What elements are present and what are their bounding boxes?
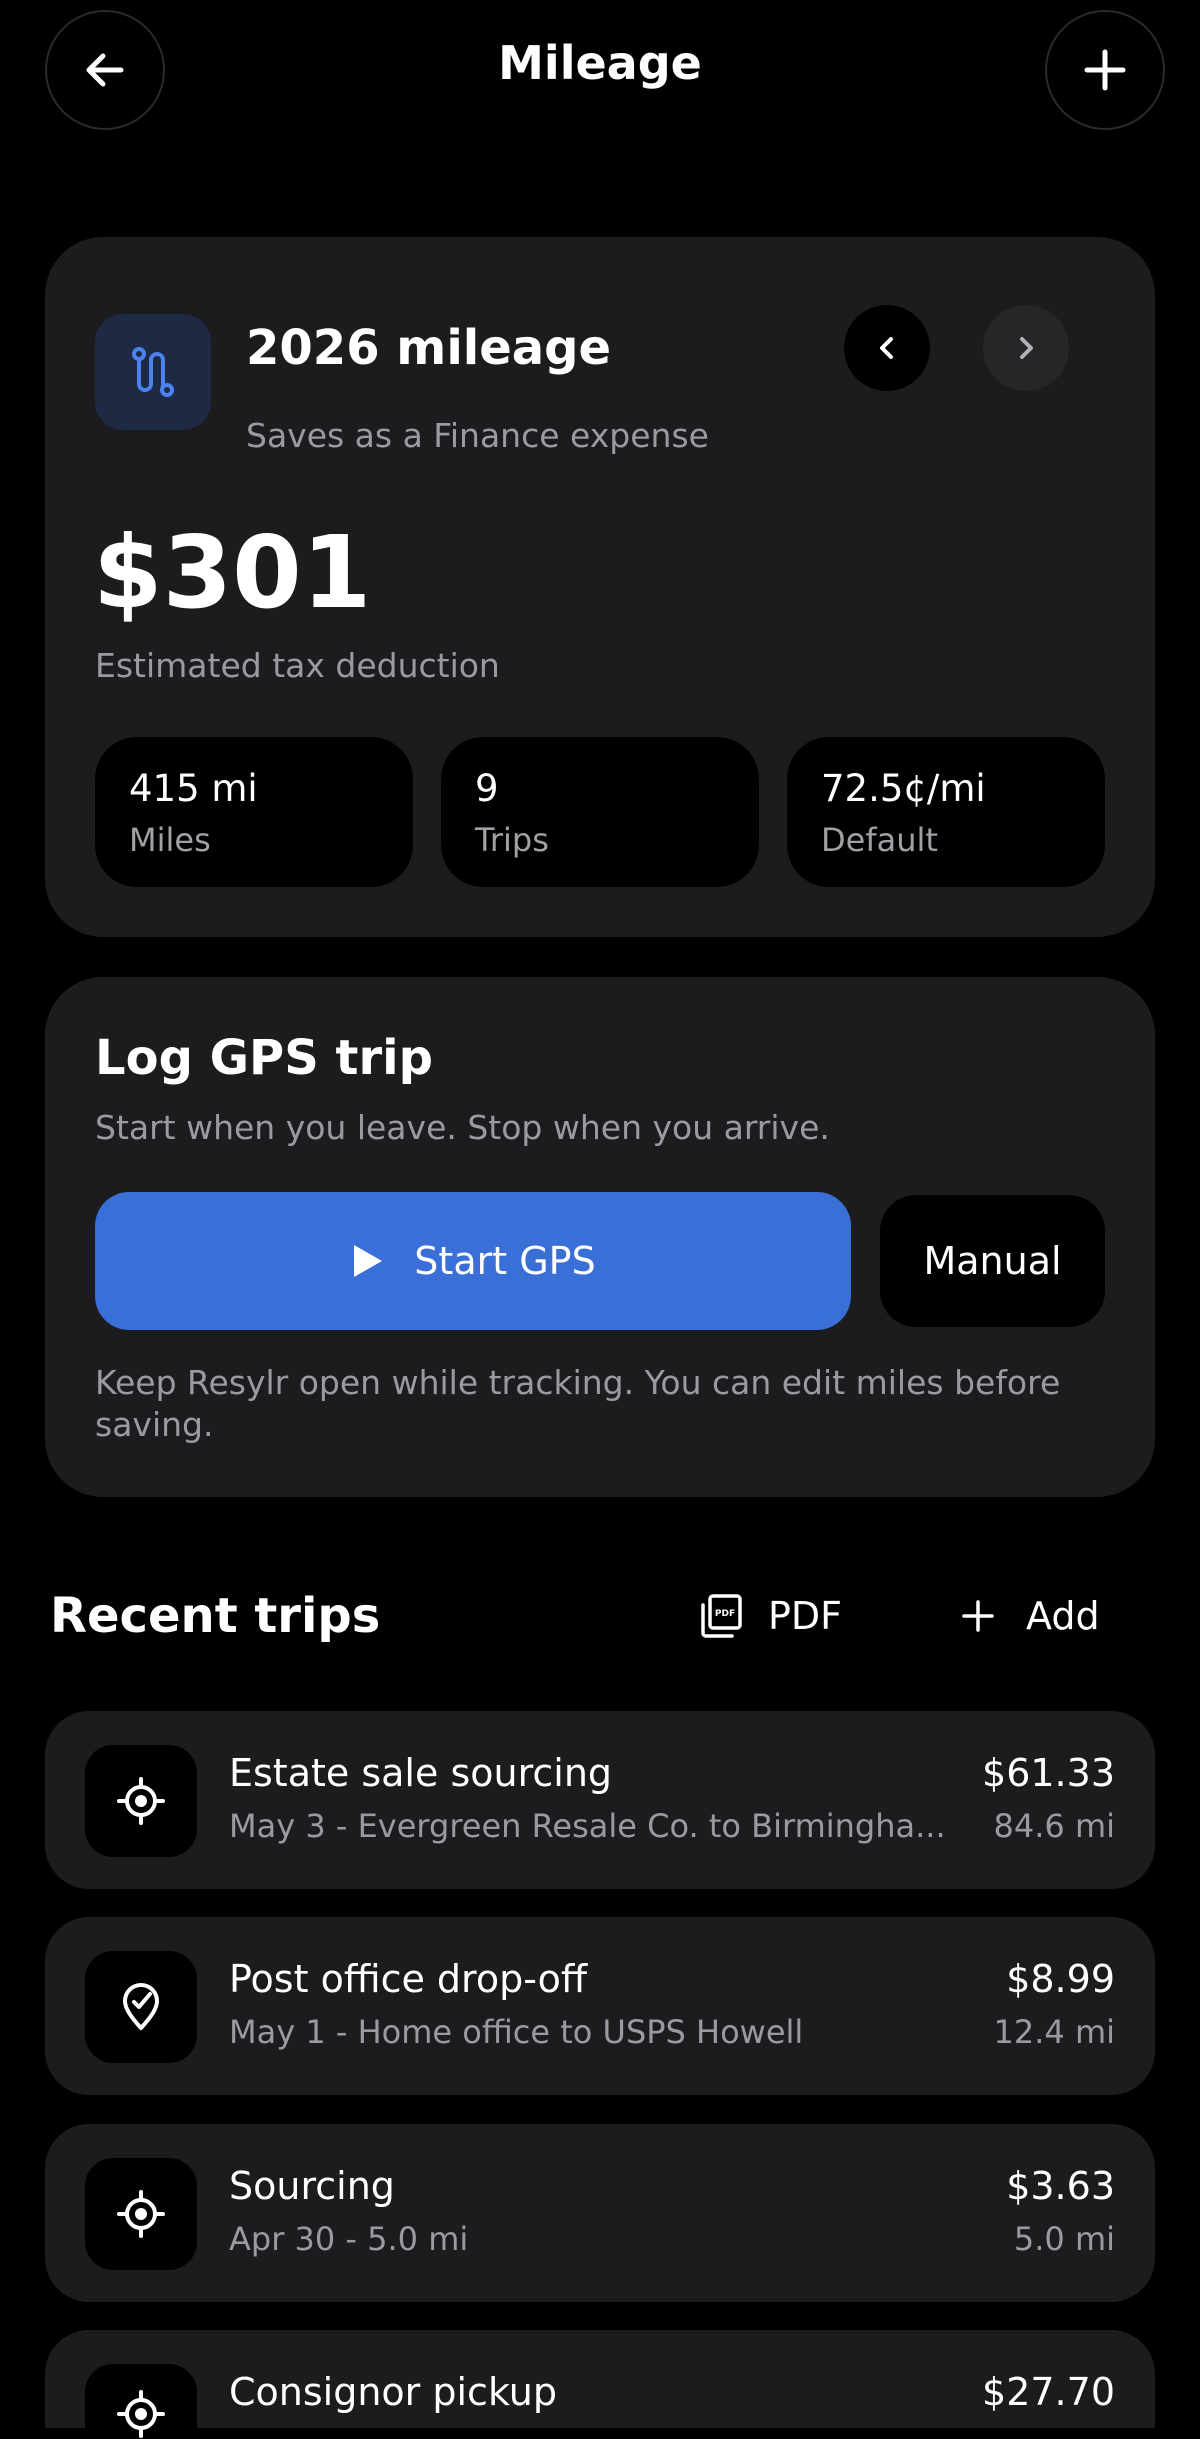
chevron-left-icon [880,337,893,359]
stat-rate: 72.5¢/mi Default [787,737,1105,887]
trip-miles: 84.6 mi [993,1807,1115,1845]
trip-row[interactable]: Estate sale sourcing May 3 - Evergreen R… [45,1711,1155,1889]
stat-value: 415 mi [129,767,258,810]
export-pdf-button[interactable]: PDF PDF [698,1588,842,1644]
stat-label: Trips [475,821,549,859]
trip-amount: $27.70 [982,2370,1115,2414]
trip-title: Consignor pickup [229,2370,557,2414]
start-gps-label: Start GPS [414,1239,596,1283]
deduction-amount: $301 [93,514,372,631]
page-title: Mileage [498,36,702,90]
plus-icon [1084,49,1126,91]
trip-icon-tile [85,2364,197,2438]
add-button[interactable] [1045,10,1165,130]
next-year-button[interactable] [983,305,1069,391]
trip-subtitle: May 3 - Evergreen Resale Co. to Birmingh… [229,1807,946,1845]
trip-miles: 5.0 mi [1013,2220,1115,2258]
plus-icon [962,1600,994,1632]
location-check-icon [123,1983,159,2030]
pdf-label: PDF [768,1594,843,1638]
trip-icon-tile [85,1745,197,1857]
deduction-label: Estimated tax deduction [95,646,500,685]
add-label: Add [1026,1594,1100,1638]
stat-trips: 9 Trips [441,737,759,887]
stat-value: 9 [475,767,499,810]
stat-label: Miles [129,821,211,859]
trip-icon-tile [85,1951,197,2063]
trip-miles: 12.4 mi [993,2013,1115,2051]
crosshair-icon [117,2390,165,2438]
route-icon [132,347,174,397]
trip-subtitle: May 1 - Home office to USPS Howell [229,2013,804,2051]
gps-note: Keep Resylr open while tracking. You can… [95,1363,1061,1444]
start-gps-button[interactable]: Start GPS [95,1192,851,1330]
trip-title: Sourcing [229,2164,395,2208]
trip-amount: $3.63 [1006,2164,1115,2208]
route-icon-tile [95,314,211,430]
stat-label: Default [821,821,938,859]
previous-year-button[interactable] [844,305,930,391]
trip-amount: $61.33 [982,1751,1115,1795]
recent-trips-title: Recent trips [50,1588,381,1644]
trip-title: Post office drop-off [229,1957,588,2001]
chevron-right-icon [1020,337,1033,359]
summary-subtitle: Saves as a Finance expense [246,416,709,455]
add-trip-button[interactable]: Add [960,1588,1100,1644]
crosshair-icon [117,1777,165,1825]
gps-title: Log GPS trip [95,1030,433,1086]
svg-text:PDF: PDF [715,1609,735,1619]
trip-row[interactable]: Sourcing Apr 30 - 5.0 mi $3.63 5.0 mi [45,2124,1155,2302]
pdf-icon: PDF [701,1594,742,1638]
gps-subtitle: Start when you leave. Stop when you arri… [95,1108,830,1147]
manual-trip-button[interactable]: Manual [880,1195,1105,1327]
crosshair-icon [117,2190,165,2238]
summary-title: 2026 mileage [246,320,612,376]
trip-title: Estate sale sourcing [229,1751,613,1795]
stat-value: 72.5¢/mi [821,767,986,810]
trip-amount: $8.99 [1006,1957,1115,2001]
trip-row[interactable]: Post office drop-off May 1 - Home office… [45,1917,1155,2095]
manual-label: Manual [923,1239,1062,1283]
trip-subtitle: Apr 30 - 5.0 mi [229,2220,469,2258]
stat-miles: 415 mi Miles [95,737,413,887]
trip-row[interactable]: Consignor pickup $27.70 [45,2330,1155,2438]
play-icon [354,1245,383,1277]
trip-icon-tile [85,2158,197,2270]
